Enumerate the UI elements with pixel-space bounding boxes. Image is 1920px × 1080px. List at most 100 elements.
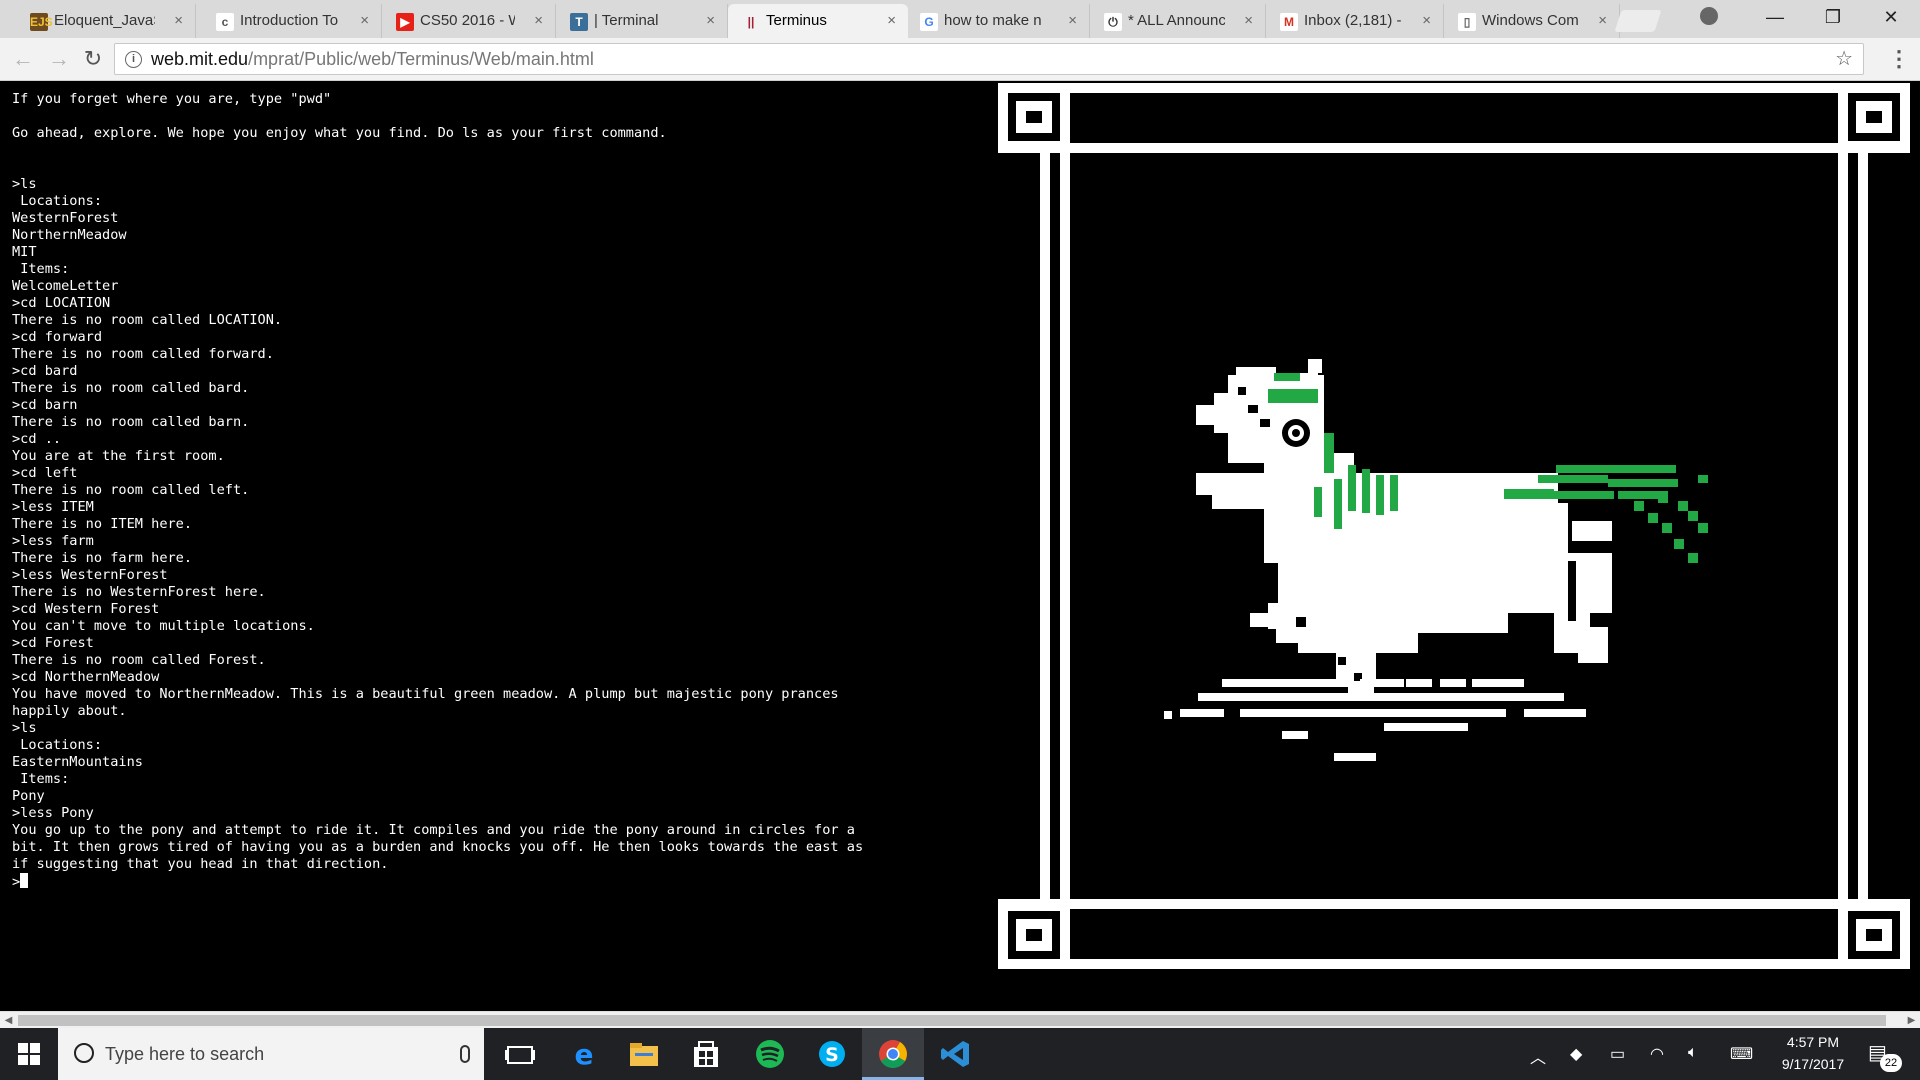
clock-date[interactable]: 9/17/2017	[1772, 1056, 1854, 1072]
tab-close-icon[interactable]: ×	[1598, 4, 1607, 38]
battery-icon[interactable]: ▭	[1610, 1044, 1625, 1064]
chrome-icon[interactable]	[875, 1036, 911, 1072]
tab-strip: EJS Eloquent_JavaS × c Introduction To × ▶ CS50…	[0, 0, 1920, 38]
terminal-line: There is no room called bard.	[12, 380, 250, 396]
terminal-line: Locations:	[12, 737, 103, 753]
reload-icon: ↻	[83, 46, 103, 71]
terminal-line: >cd forward	[12, 329, 103, 345]
tab-favicon-icon: T	[570, 13, 588, 31]
wifi-icon[interactable]: ◠	[1650, 1044, 1664, 1064]
keyboard-icon[interactable]: ⌨︎	[1730, 1044, 1753, 1064]
tab-2[interactable]: c Introduction To ×	[202, 4, 382, 38]
skype-icon[interactable]: S	[814, 1036, 850, 1072]
terminal-output[interactable]: If you forget where you are, type "pwd" G…	[12, 91, 972, 1009]
tab-close-icon[interactable]: ×	[1422, 4, 1431, 38]
menu-icon[interactable]: ⋮	[1888, 44, 1910, 74]
terminal-line: >less farm	[12, 533, 94, 549]
bookmark-star-icon[interactable]: ☆	[1835, 44, 1853, 74]
tab-close-icon[interactable]: ×	[887, 4, 896, 38]
horizontal-scrollbar[interactable]: ◀ ▶	[0, 1011, 1920, 1029]
tab-5[interactable]: || Terminus ×	[728, 4, 908, 38]
scroll-thumb[interactable]	[18, 1015, 1886, 1026]
notification-count-badge: 22	[1880, 1054, 1902, 1072]
spotify-icon[interactable]	[752, 1036, 788, 1072]
dropbox-icon[interactable]: ◆	[1570, 1044, 1582, 1064]
terminal-line: There is no ITEM here.	[12, 516, 193, 532]
terminal-line: >ls	[12, 176, 37, 192]
maximize-button[interactable]: ❐	[1804, 0, 1862, 34]
tab-1[interactable]: EJS Eloquent_JavaS ×	[16, 4, 196, 38]
address-bar[interactable]: i web.mit.edu/mprat/Public/web/Terminus/…	[114, 43, 1864, 75]
scroll-left-icon[interactable]: ◀	[0, 1012, 17, 1029]
tab-favicon-icon: ||	[742, 13, 760, 31]
url-path: /mprat/Public/web/Terminus/Web/main.html	[248, 49, 594, 69]
text-cursor	[20, 873, 29, 888]
tab-9[interactable]: ▯ Windows Com ×	[1444, 4, 1620, 38]
task-view-icon[interactable]	[502, 1036, 538, 1072]
terminal-line: WesternForest	[12, 210, 119, 226]
tab-favicon-icon: c	[216, 13, 234, 31]
tab-label: CS50 2016 - W	[420, 12, 515, 29]
file-explorer-icon[interactable]	[626, 1036, 662, 1072]
vscode-icon[interactable]	[938, 1036, 974, 1072]
volume-icon[interactable]: 🔈︎	[1688, 1044, 1698, 1062]
tab-4[interactable]: T | Terminal ×	[556, 4, 728, 38]
tab-8[interactable]: M Inbox (2,181) - ×	[1266, 4, 1444, 38]
url-text: web.mit.edu/mprat/Public/web/Terminus/We…	[151, 44, 594, 74]
tab-3[interactable]: ▶ CS50 2016 - W ×	[382, 4, 556, 38]
terminal-input-line[interactable]: >	[12, 873, 972, 891]
microphone-icon[interactable]	[460, 1045, 470, 1063]
terminal-line: There is no room called LOCATION.	[12, 312, 283, 328]
tab-6[interactable]: Ghow to make n ×	[906, 4, 1090, 38]
tab-close-icon[interactable]: ×	[1244, 4, 1253, 38]
tab-label: Windows Com	[1482, 12, 1579, 29]
info-icon[interactable]: i	[125, 51, 142, 68]
tab-favicon-icon: EJS	[30, 13, 53, 31]
terminal-line: >cd LOCATION	[12, 295, 111, 311]
tab-label: Terminus	[766, 12, 827, 29]
terminal-line: Locations:	[12, 193, 103, 209]
back-button[interactable]: ←	[8, 44, 38, 74]
tab-close-icon[interactable]: ×	[706, 4, 715, 38]
minimize-icon: —	[1766, 7, 1784, 27]
pony-artwork	[998, 83, 1910, 969]
edge-icon[interactable]: e	[566, 1036, 602, 1072]
tab-favicon-icon: ▶	[396, 13, 414, 31]
new-tab-button[interactable]	[1614, 10, 1662, 32]
svg-text:e: e	[575, 1038, 594, 1071]
show-hidden-icons-icon[interactable]: ︿	[1530, 1044, 1546, 1068]
terminal-line: NorthernMeadow	[12, 227, 127, 243]
clock-time[interactable]: 4:57 PM	[1772, 1034, 1854, 1050]
profile-icon[interactable]	[1700, 7, 1718, 25]
minimize-button[interactable]: —	[1746, 0, 1804, 34]
browser-toolbar: ← → ↻ i web.mit.edu/mprat/Public/web/Ter…	[0, 38, 1920, 81]
tab-favicon-icon: ⏻	[1104, 13, 1122, 31]
terminal-line: Go ahead, explore. We hope you enjoy wha…	[12, 125, 667, 141]
close-window-button[interactable]: ✕	[1862, 0, 1920, 34]
tab-close-icon[interactable]: ×	[534, 4, 543, 38]
tab-7[interactable]: ⏻ * ALL Announc ×	[1090, 4, 1266, 38]
frame-top	[998, 143, 1910, 153]
windows-start-icon[interactable]	[18, 1043, 40, 1065]
frame-right-inner	[1838, 153, 1848, 899]
taskbar-search-box[interactable]: Type here to search	[58, 1028, 484, 1080]
frame-left-outer	[1040, 153, 1050, 899]
tab-close-icon[interactable]: ×	[1068, 4, 1077, 38]
tab-close-icon[interactable]: ×	[360, 4, 369, 38]
tab-label: Introduction To	[240, 12, 339, 29]
terminal-line: EasternMountains	[12, 754, 143, 770]
terminal-line: >less Pony	[12, 805, 94, 821]
reload-button[interactable]: ↻	[78, 44, 108, 74]
terminal-line: MIT	[12, 244, 37, 260]
terminal-line: >cd Forest	[12, 635, 94, 651]
tab-close-icon[interactable]: ×	[174, 4, 183, 38]
scroll-right-icon[interactable]: ▶	[1903, 1012, 1920, 1029]
terminal-line: >cd ..	[12, 431, 62, 447]
store-icon[interactable]	[688, 1036, 724, 1072]
terminal-line: There is no WesternForest here.	[12, 584, 266, 600]
terminal-line: You have moved to NorthernMeadow. This i…	[12, 686, 839, 719]
arrow-left-icon: ←	[12, 46, 34, 71]
url-host: web.mit.edu	[151, 49, 249, 69]
forward-button[interactable]: →	[44, 44, 74, 74]
terminal-line: >cd Western Forest	[12, 601, 160, 617]
